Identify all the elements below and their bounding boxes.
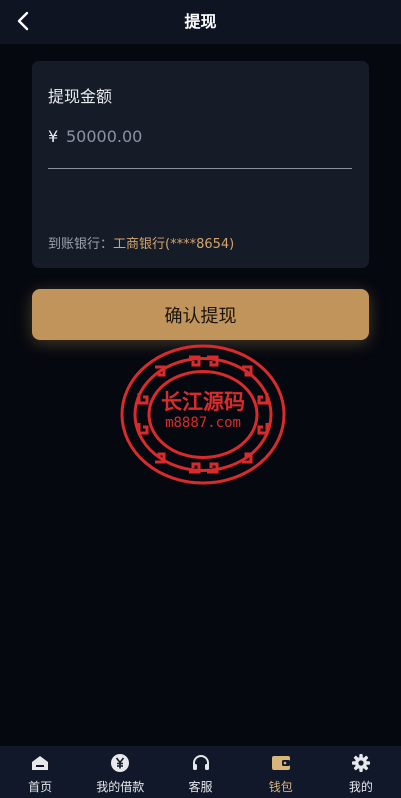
nav-item-home[interactable]: 首页 — [0, 746, 80, 798]
home-icon — [29, 752, 51, 774]
gear-icon — [350, 752, 372, 774]
watermark-stamp: 长江源码 m8887.com — [120, 344, 286, 485]
amount-section-title: 提现金额 — [48, 87, 113, 106]
nav-item-my-loans[interactable]: 我的借款 — [80, 746, 160, 798]
confirm-withdraw-button[interactable]: 确认提现 — [32, 289, 369, 340]
nav-item-support[interactable]: 客服 — [160, 746, 240, 798]
amount-input[interactable] — [66, 124, 346, 148]
wallet-icon — [270, 752, 292, 774]
nav-label-my-loans: 我的借款 — [96, 780, 145, 794]
watermark-domain: m8887.com — [165, 415, 241, 431]
yen-icon — [109, 752, 131, 774]
amount-underline — [48, 168, 352, 169]
nav-label-home: 首页 — [28, 780, 53, 794]
nav-item-profile[interactable]: 我的 — [321, 746, 401, 798]
withdraw-card: 提现金额 ¥ 到账银行：工商银行(****8654) — [32, 61, 369, 268]
bank-value: 工商银行(****8654) — [113, 237, 235, 252]
nav-item-wallet[interactable]: 钱包 — [241, 746, 321, 798]
headset-icon — [190, 752, 212, 774]
nav-label-wallet: 钱包 — [268, 780, 293, 794]
nav-label-support: 客服 — [188, 780, 213, 794]
currency-symbol: ¥ — [48, 127, 59, 146]
page-title: 提现 — [184, 12, 217, 31]
bank-info: 到账银行：工商银行(****8654) — [48, 233, 234, 252]
bottom-nav: 首页 我的借款 客服 钱包 我的 — [0, 746, 401, 798]
nav-label-profile: 我的 — [348, 780, 373, 794]
top-bar: 提现 — [0, 0, 401, 44]
watermark-title: 长江源码 — [161, 390, 245, 414]
bank-label: 到账银行： — [48, 237, 114, 252]
